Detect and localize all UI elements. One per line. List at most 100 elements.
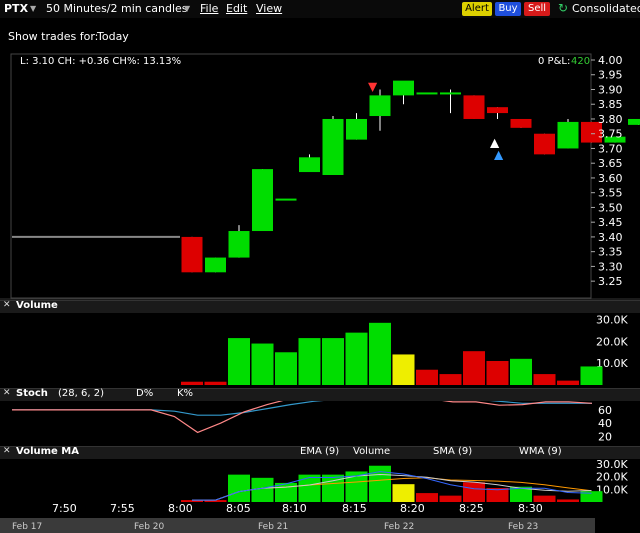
stoch-tick-label: 60: [598, 404, 612, 417]
price-tick-label: 3.75: [598, 128, 623, 141]
time-tick-label: 8:30: [518, 502, 543, 515]
date-label: Feb 17: [12, 522, 42, 532]
date-label: Feb 22: [384, 522, 414, 532]
close-icon[interactable]: ✕: [3, 300, 11, 310]
candle-body: [534, 133, 555, 155]
time-tick-label: 8:00: [168, 502, 193, 515]
volume-bar: [510, 358, 532, 385]
volma-bar: [251, 477, 274, 502]
sma-legend[interactable]: SMA (9): [433, 446, 472, 457]
buy-button[interactable]: Buy: [495, 2, 521, 16]
candle-body: [463, 95, 485, 119]
volume-bar: [463, 351, 485, 385]
price-tick-label: 3.70: [598, 142, 623, 155]
wma-legend[interactable]: WMA (9): [519, 446, 562, 457]
date-label: Feb 23: [508, 522, 538, 532]
price-tick-label: 3.95: [598, 69, 623, 82]
candle-body: [393, 80, 414, 96]
menu-view[interactable]: View: [256, 2, 282, 15]
price-tick-label: 3.30: [598, 260, 623, 273]
candle-body: [557, 121, 579, 149]
price-tick-label: 3.60: [598, 172, 623, 185]
volume-bar: [345, 332, 368, 385]
volume-panel-title: Volume: [16, 300, 58, 311]
candle-body: [228, 231, 250, 258]
volume-tick-label: 30.0K: [596, 314, 628, 327]
period-select[interactable]: Today: [97, 30, 129, 43]
stoch-params: (28, 6, 2): [58, 388, 104, 399]
menu-file[interactable]: File: [200, 2, 218, 15]
status-label: Consolidated: [572, 2, 640, 15]
volume-bar: [369, 322, 391, 385]
candle-body: [322, 118, 344, 175]
close-icon[interactable]: ✕: [3, 388, 11, 398]
candle-body: [346, 118, 367, 140]
stoch-panel-title: Stoch: [16, 388, 48, 399]
pnl-value: 420: [571, 56, 591, 67]
volume-bar: [557, 380, 579, 385]
candle-body: [252, 169, 273, 232]
price-tick-label: 3.85: [598, 98, 623, 111]
candle-body: [487, 107, 508, 114]
price-tick-label: 3.50: [598, 201, 623, 214]
close-icon[interactable]: ✕: [3, 446, 11, 456]
volma-bar: [416, 493, 438, 502]
time-tick-label: 8:10: [282, 502, 307, 515]
price-tick-label: 3.80: [598, 113, 623, 126]
date-label: Feb 20: [134, 522, 165, 532]
candle-body: [205, 257, 226, 273]
price-tick-label: 3.55: [598, 187, 623, 200]
candle-body: [628, 118, 640, 125]
volma-tick-label: 20.0K: [596, 471, 628, 484]
price-tick-label: 3.25: [598, 275, 623, 288]
k-percent-label: K%: [177, 388, 194, 399]
volma-panel-title: Volume MA: [16, 446, 79, 457]
volume-panel-header: ✕ Volume: [0, 300, 640, 313]
refresh-icon: ↻: [558, 1, 569, 15]
volume-legend[interactable]: Volume: [353, 446, 390, 457]
stoch-panel-header: ✕ Stoch (28, 6, 2) D% K%: [0, 388, 640, 401]
candle-body: [510, 118, 532, 128]
sell-button[interactable]: Sell: [524, 2, 550, 16]
title-bar: PTX ▼ 50 Minutes/2 min candles ▼ File Ed…: [0, 0, 640, 18]
time-tick-label: 8:05: [226, 502, 251, 515]
stoch-tick-label: 20: [598, 430, 612, 443]
volma-panel-header: ✕ Volume MA EMA (9) Volume SMA (9) WMA (…: [0, 446, 640, 459]
volume-bar: [228, 338, 250, 385]
price-tick-label: 3.35: [598, 246, 623, 259]
pnl-label: 0 P&L:: [538, 56, 571, 67]
price-chart[interactable]: ▼▲▲ 4.003.953.903.853.803.753.703.653.60…: [0, 50, 640, 533]
volume-bar: [392, 354, 415, 385]
time-tick-label: 7:50: [52, 502, 77, 515]
candle-body: [440, 92, 461, 95]
volume-bar: [181, 381, 203, 385]
volma-bar: [228, 474, 250, 502]
candle-body: [299, 157, 320, 173]
volume-bar: [322, 338, 344, 385]
symbol-label[interactable]: PTX: [4, 2, 28, 15]
time-tick-label: 8:25: [459, 502, 484, 515]
show-trades-label: Show trades for:: [8, 30, 99, 43]
menu-edit[interactable]: Edit: [226, 2, 247, 15]
volma-bar: [392, 484, 415, 502]
date-label: Feb 21: [258, 522, 288, 532]
price-tick-label: 4.00: [598, 54, 623, 67]
stoch-tick-label: 40: [598, 417, 612, 430]
candle-body: [416, 92, 438, 95]
volume-bar: [439, 374, 462, 385]
time-tick-label: 7:55: [110, 502, 135, 515]
volume-bar: [416, 369, 438, 385]
time-tick-label: 8:20: [400, 502, 425, 515]
date-scrollbar: [0, 518, 595, 533]
ema-legend[interactable]: EMA (9): [300, 446, 339, 457]
chevron-down-icon[interactable]: ▼: [184, 4, 190, 13]
volma-tick-label: 30.0K: [596, 458, 628, 471]
interval-label[interactable]: 50 Minutes/2 min candles: [46, 2, 188, 15]
alert-button[interactable]: Alert: [462, 2, 492, 16]
chevron-down-icon[interactable]: ▼: [30, 4, 36, 13]
volume-bar: [580, 366, 603, 385]
volume-bar: [533, 374, 556, 385]
quote-info: L: 3.10 CH: +0.36 CH%: 13.13%: [20, 56, 182, 67]
volume-bar: [251, 343, 274, 385]
volume-bar: [298, 338, 321, 385]
